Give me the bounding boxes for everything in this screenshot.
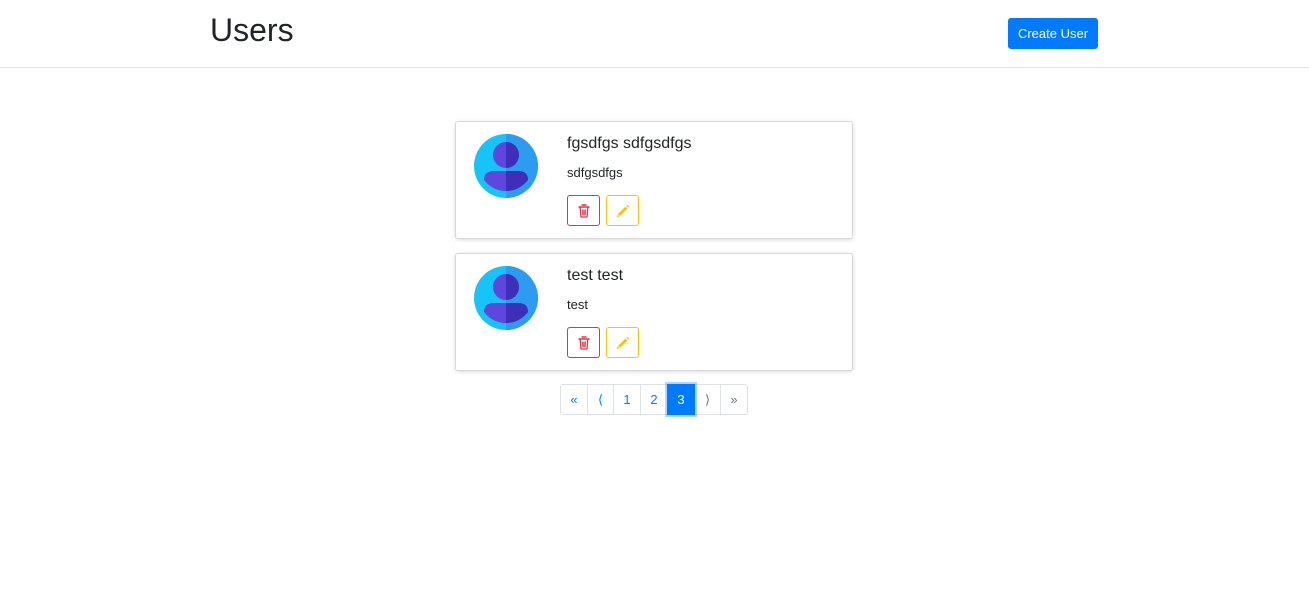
delete-user-button[interactable] <box>567 327 600 358</box>
pagination-page-1[interactable]: 1 <box>613 384 641 415</box>
delete-user-button[interactable] <box>567 195 600 226</box>
user-name: fgsdfgs sdfgsdfgs <box>567 135 692 152</box>
user-card: fgsdfgs sdfgsdfgs sdfgsdfgs <box>455 121 853 239</box>
edit-user-button[interactable] <box>606 327 639 358</box>
pagination-page-2[interactable]: 2 <box>640 384 668 415</box>
trash-icon <box>577 203 590 218</box>
pencil-icon <box>616 204 629 217</box>
user-avatar-icon <box>474 266 538 330</box>
trash-icon <box>577 335 590 350</box>
pagination-first[interactable]: « <box>560 384 588 415</box>
page-title: Users <box>210 12 294 48</box>
user-name: test test <box>567 267 624 284</box>
create-user-button[interactable]: Create User <box>1008 18 1098 49</box>
user-card: test test test <box>455 253 853 371</box>
pagination-last[interactable]: » <box>720 384 748 415</box>
pagination: « ⟨ 1 2 3 ⟩ » <box>560 384 748 415</box>
pagination-page-3[interactable]: 3 <box>667 384 695 415</box>
user-username: sdfgsdfgs <box>567 165 623 180</box>
pencil-icon <box>616 336 629 349</box>
edit-user-button[interactable] <box>606 195 639 226</box>
pagination-next[interactable]: ⟩ <box>694 384 721 415</box>
page-header: Users Create User <box>0 0 1309 68</box>
pagination-prev[interactable]: ⟨ <box>587 384 614 415</box>
user-username: test <box>567 297 588 312</box>
user-avatar-icon <box>474 134 538 198</box>
